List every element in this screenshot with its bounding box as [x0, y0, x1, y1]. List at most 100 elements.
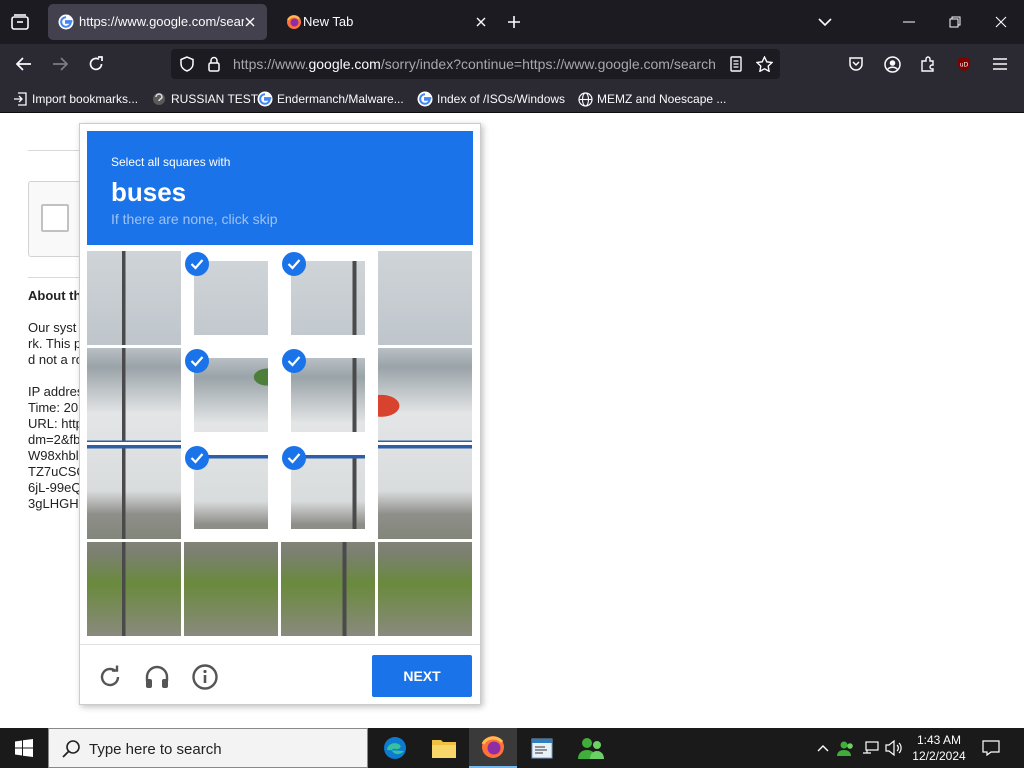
captcha-tile[interactable] [87, 348, 181, 442]
captcha-tile-selected[interactable] [184, 348, 278, 442]
tile-image [378, 445, 472, 539]
clock-date: 12/2/2024 [912, 749, 966, 763]
people-icon[interactable] [567, 728, 615, 768]
captcha-tile-selected[interactable] [281, 348, 375, 442]
reader-view-icon[interactable] [727, 55, 745, 73]
firefox-view-icon[interactable] [6, 8, 34, 36]
firefox-icon [286, 14, 302, 30]
list-tabs-chevron-icon[interactable] [811, 8, 839, 36]
captcha-header: Select all squares with buses If there a… [87, 131, 473, 245]
extensions-puzzle-icon[interactable] [913, 50, 943, 78]
bookmark-memz[interactable]: MEMZ and Noescape ... [577, 90, 726, 108]
captcha-footer: NEXT [80, 644, 480, 704]
close-tab-icon[interactable] [241, 13, 259, 31]
firefox-taskbar-icon[interactable] [469, 728, 517, 768]
recaptcha-checkbox[interactable] [41, 204, 69, 232]
captcha-tile-selected[interactable] [281, 251, 375, 345]
captcha-tile-selected[interactable] [281, 445, 375, 539]
captcha-tile[interactable] [87, 251, 181, 345]
network-icon[interactable] [861, 738, 881, 758]
page-text-line: d not a ro [28, 352, 83, 367]
captcha-tile[interactable] [87, 445, 181, 539]
show-hidden-icons-chevron-icon[interactable] [813, 738, 833, 758]
volume-icon[interactable] [884, 738, 904, 758]
captcha-tile[interactable] [378, 445, 472, 539]
navigation-toolbar: https://www.google.com/sorry/index?conti… [0, 44, 1024, 84]
close-window-icon[interactable] [978, 6, 1024, 38]
tab-new-tab[interactable]: New Tab [276, 4, 498, 40]
captcha-tile[interactable] [281, 542, 375, 636]
taskbar-clock[interactable]: 1:43 AM 12/2/2024 [906, 732, 972, 764]
people-tray-icon[interactable] [836, 738, 856, 758]
selected-check-icon [282, 252, 306, 276]
page-text-line: W98xhbl [28, 448, 79, 463]
tile-image [378, 251, 472, 345]
tab-google-search[interactable]: https://www.google.com/search?q= [48, 4, 267, 40]
selected-check-icon [185, 349, 209, 373]
bookmarks-toolbar: Import bookmarks... RUSSIAN TEST Enderma… [0, 84, 1024, 113]
tile-image [378, 542, 472, 636]
tile-image [378, 348, 472, 442]
import-icon [12, 91, 28, 107]
restore-icon[interactable] [932, 6, 978, 38]
back-arrow-icon[interactable] [9, 50, 39, 78]
bookmark-star-icon[interactable] [755, 55, 773, 73]
captcha-target: buses [111, 177, 187, 207]
forward-arrow-icon[interactable] [45, 50, 75, 78]
account-icon[interactable] [877, 50, 907, 78]
page-text-line: TZ7uCSC [28, 464, 86, 479]
notepad-icon[interactable] [518, 728, 566, 768]
bookmark-russian-test[interactable]: RUSSIAN TEST [151, 90, 258, 108]
bookmark-endermanch[interactable]: Endermanch/Malware... [257, 90, 404, 108]
captcha-instruction: Select all squares with [111, 155, 231, 169]
windows-taskbar: Type here to search 1:43 AM 12/2/2024 [0, 728, 1024, 768]
bookmark-isos-windows[interactable]: Index of /ISOs/Windows [417, 90, 565, 108]
selected-check-icon [282, 349, 306, 373]
minimize-icon[interactable] [886, 6, 932, 38]
captcha-tile[interactable] [184, 542, 278, 636]
globe-icon [577, 91, 593, 107]
google-g-icon [58, 14, 74, 30]
url-text: https://www.google.com/sorry/index?conti… [233, 56, 716, 72]
audio-challenge-headphones-icon[interactable] [143, 663, 171, 691]
site-icon [151, 91, 167, 107]
reload-icon[interactable] [81, 50, 111, 78]
bookmark-label: Index of /ISOs/Windows [437, 92, 566, 106]
taskbar-search-box[interactable]: Type here to search [48, 728, 368, 768]
captcha-tile[interactable] [87, 542, 181, 636]
page-text-line: Time: 20 [28, 400, 79, 415]
captcha-tile-selected[interactable] [184, 445, 278, 539]
tab-title: https://www.google.com/search?q= [79, 14, 244, 29]
tile-image [184, 542, 278, 636]
hamburger-menu-icon[interactable] [985, 50, 1015, 78]
tab-title: New Tab [303, 14, 354, 29]
tracking-protection-shield-icon[interactable] [178, 55, 196, 73]
tile-image [281, 542, 375, 636]
file-explorer-icon[interactable] [420, 728, 468, 768]
captcha-tile[interactable] [378, 348, 472, 442]
reload-challenge-icon[interactable] [96, 663, 124, 691]
info-icon[interactable] [191, 663, 219, 691]
next-button[interactable]: NEXT [372, 655, 472, 697]
windows-start-icon[interactable] [0, 728, 48, 768]
ublock-origin-icon[interactable]: uD [949, 50, 979, 78]
page-text-line: Our syst [28, 320, 77, 335]
close-tab-icon[interactable] [472, 13, 490, 31]
notifications-icon[interactable] [981, 738, 1001, 758]
page-text-line: IP addres [28, 384, 84, 399]
new-tab-plus-icon[interactable] [500, 8, 528, 36]
address-bar[interactable]: https://www.google.com/sorry/index?conti… [171, 49, 780, 79]
edge-icon[interactable] [371, 728, 419, 768]
search-placeholder: Type here to search [89, 741, 222, 758]
selected-check-icon [185, 446, 209, 470]
captcha-tile-selected[interactable] [184, 251, 278, 345]
lock-icon[interactable] [205, 55, 223, 73]
page-text-line: dm=2&fb [28, 432, 81, 447]
selected-check-icon [282, 446, 306, 470]
page-text-line: rk. This p [28, 336, 82, 351]
captcha-tile[interactable] [378, 251, 472, 345]
pocket-icon[interactable] [841, 50, 871, 78]
bookmark-import[interactable]: Import bookmarks... [12, 90, 138, 108]
captcha-tile[interactable] [378, 542, 472, 636]
page-text-line: URL: http [28, 416, 83, 431]
